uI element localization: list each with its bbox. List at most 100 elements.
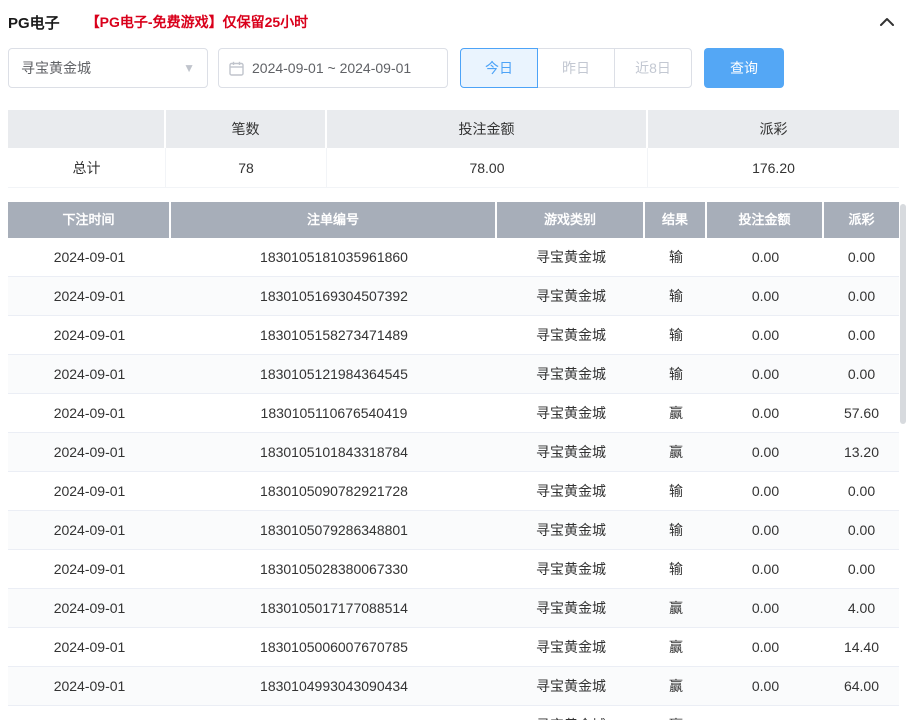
cell-bet-amount: 0.00	[707, 433, 824, 471]
chevron-down-icon: ▼	[183, 61, 195, 75]
cell-payout: 0.00	[824, 277, 899, 315]
cell-bet-amount: 0.00	[707, 589, 824, 627]
cell-bet-time: 2024-09-01	[8, 706, 171, 720]
cell-result: 输	[645, 238, 707, 276]
cell-payout: 0.00	[824, 472, 899, 510]
cell-bet-amount: 0.00	[707, 667, 824, 705]
cell-order-id: 1830104993043090434	[171, 667, 497, 705]
table-row: 2024-09-01 1830104983870141955 寻宝黄金城 赢 0…	[8, 706, 899, 720]
cell-result: 输	[645, 472, 707, 510]
cell-payout: 0.00	[824, 511, 899, 549]
cell-order-id: 1830105017177088514	[171, 589, 497, 627]
cell-game-type: 寻宝黄金城	[497, 355, 645, 393]
cell-bet-amount: 0.00	[707, 277, 824, 315]
yesterday-button[interactable]: 昨日	[537, 48, 615, 88]
cell-game-type: 寻宝黄金城	[497, 394, 645, 432]
summary-table: 笔数 投注金额 派彩 总计 78 78.00 176.20	[8, 110, 899, 188]
cell-bet-time: 2024-09-01	[8, 628, 171, 666]
cell-payout: 0.00	[824, 355, 899, 393]
cell-game-type: 寻宝黄金城	[497, 589, 645, 627]
cell-result: 输	[645, 316, 707, 354]
cell-payout: 4.00	[824, 589, 899, 627]
col-header-bet-amount: 投注金额	[707, 202, 824, 238]
summary-header-payout: 派彩	[648, 110, 899, 148]
cell-payout: 14.40	[824, 628, 899, 666]
page-title: PG电子	[8, 12, 60, 33]
cell-bet-amount: 0.00	[707, 628, 824, 666]
bet-table-header: 下注时间 注单编号 游戏类别 结果 投注金额 派彩	[8, 202, 899, 238]
filter-bar: 寻宝黄金城 ▼ 2024-09-01 ~ 2024-09-01 今日 昨日 近8…	[8, 48, 899, 88]
cell-order-id: 1830105079286348801	[171, 511, 497, 549]
cell-bet-amount: 0.00	[707, 511, 824, 549]
cell-result: 输	[645, 550, 707, 588]
cell-order-id: 1830105181035961860	[171, 238, 497, 276]
cell-order-id: 1830105158273471489	[171, 316, 497, 354]
cell-bet-amount: 0.00	[707, 472, 824, 510]
cell-game-type: 寻宝黄金城	[497, 706, 645, 720]
betting-records-page: PG电子 【PG电子-免费游戏】仅保留25小时 寻宝黄金城 ▼ 2024-09-…	[0, 0, 907, 720]
cell-game-type: 寻宝黄金城	[497, 277, 645, 315]
cell-game-type: 寻宝黄金城	[497, 238, 645, 276]
cell-order-id: 1830105121984364545	[171, 355, 497, 393]
cell-result: 赢	[645, 628, 707, 666]
summary-payout-value: 176.20	[648, 148, 899, 188]
cell-game-type: 寻宝黄金城	[497, 316, 645, 354]
cell-order-id: 1830105028380067330	[171, 550, 497, 588]
cell-payout: 13.20	[824, 433, 899, 471]
today-button[interactable]: 今日	[460, 48, 538, 88]
cell-order-id: 1830105006007670785	[171, 628, 497, 666]
cell-game-type: 寻宝黄金城	[497, 667, 645, 705]
cell-order-id: 1830105110676540419	[171, 394, 497, 432]
retention-notice: 【PG电子-免费游戏】仅保留25小时	[86, 12, 308, 32]
cell-payout: 57.60	[824, 394, 899, 432]
cell-bet-time: 2024-09-01	[8, 355, 171, 393]
cell-game-type: 寻宝黄金城	[497, 433, 645, 471]
summary-header-bet: 投注金额	[327, 110, 648, 148]
cell-result: 赢	[645, 589, 707, 627]
cell-bet-time: 2024-09-01	[8, 238, 171, 276]
game-select-value: 寻宝黄金城	[21, 58, 91, 78]
table-row: 2024-09-01 1830105028380067330 寻宝黄金城 输 0…	[8, 550, 899, 589]
summary-total-row: 总计 78 78.00 176.20	[8, 148, 899, 188]
cell-bet-time: 2024-09-01	[8, 511, 171, 549]
table-row: 2024-09-01 1830105110676540419 寻宝黄金城 赢 0…	[8, 394, 899, 433]
cell-order-id: 1830105090782921728	[171, 472, 497, 510]
summary-corner-cell	[8, 110, 166, 148]
query-button[interactable]: 查询	[704, 48, 784, 88]
col-header-payout: 派彩	[824, 202, 899, 238]
game-select[interactable]: 寻宝黄金城 ▼	[8, 48, 208, 88]
cell-bet-amount: 0.00	[707, 238, 824, 276]
summary-bet-value: 78.00	[327, 148, 648, 188]
table-row: 2024-09-01 1830105121984364545 寻宝黄金城 输 0…	[8, 355, 899, 394]
cell-result: 输	[645, 511, 707, 549]
chevron-up-icon[interactable]	[875, 10, 899, 34]
cell-bet-time: 2024-09-01	[8, 667, 171, 705]
cell-bet-amount: 0.00	[707, 316, 824, 354]
cell-bet-time: 2024-09-01	[8, 316, 171, 354]
bet-records-table: 下注时间 注单编号 游戏类别 结果 投注金额 派彩 2024-09-01 183…	[8, 202, 899, 720]
cell-result: 赢	[645, 394, 707, 432]
cell-result: 赢	[645, 706, 707, 720]
cell-game-type: 寻宝黄金城	[497, 511, 645, 549]
date-range-input[interactable]: 2024-09-01 ~ 2024-09-01	[218, 48, 448, 88]
summary-total-label: 总计	[8, 148, 166, 188]
scrollbar-track[interactable]	[900, 204, 906, 720]
cell-result: 赢	[645, 667, 707, 705]
top-bar: PG电子 【PG电子-免费游戏】仅保留25小时	[8, 0, 899, 32]
col-header-order-id: 注单编号	[171, 202, 497, 238]
cell-payout: 28.00	[824, 706, 899, 720]
scrollbar-thumb[interactable]	[900, 204, 906, 424]
cell-game-type: 寻宝黄金城	[497, 550, 645, 588]
table-row: 2024-09-01 1830105101843318784 寻宝黄金城 赢 0…	[8, 433, 899, 472]
col-header-result: 结果	[645, 202, 707, 238]
cell-order-id: 1830104983870141955	[171, 706, 497, 720]
cell-payout: 0.00	[824, 550, 899, 588]
cell-payout: 0.00	[824, 316, 899, 354]
table-row: 2024-09-01 1830105158273471489 寻宝黄金城 输 0…	[8, 316, 899, 355]
table-row: 2024-09-01 1830105017177088514 寻宝黄金城 赢 0…	[8, 589, 899, 628]
cell-bet-amount: 0.00	[707, 706, 824, 720]
last8days-button[interactable]: 近8日	[614, 48, 692, 88]
cell-result: 赢	[645, 433, 707, 471]
bet-table-body: 2024-09-01 1830105181035961860 寻宝黄金城 输 0…	[8, 238, 899, 720]
col-header-game-type: 游戏类别	[497, 202, 645, 238]
